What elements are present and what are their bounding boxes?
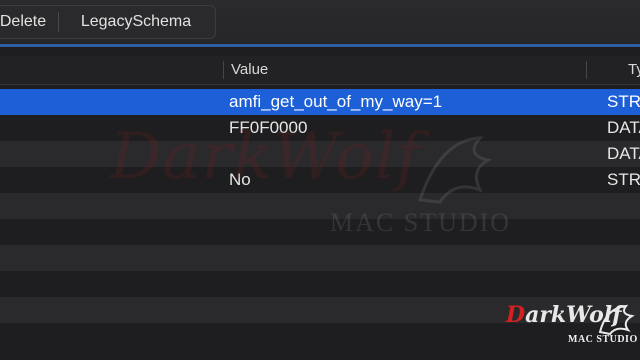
column-resize-handle[interactable] xyxy=(586,61,587,79)
logo-subtitle: MAC STUDIO xyxy=(568,334,638,345)
table-row[interactable]: DATA xyxy=(0,141,640,167)
legacy-schema-button[interactable]: LegacySchema xyxy=(61,6,211,38)
toolbar-accent-line xyxy=(0,44,640,47)
row-type[interactable]: STRING xyxy=(607,167,640,193)
delete-button[interactable]: Delete xyxy=(0,6,57,38)
column-header-value[interactable]: Value xyxy=(231,56,268,84)
column-resize-handle[interactable] xyxy=(223,61,224,79)
toolbar: Delete LegacySchema xyxy=(0,0,640,47)
table-row[interactable]: csr-active-config FF0F0000 DATA xyxy=(0,115,640,141)
table-row-empty xyxy=(0,193,640,219)
table-row[interactable]: No STRING xyxy=(0,167,640,193)
row-type[interactable]: DATA xyxy=(607,141,640,167)
wolf-icon xyxy=(598,304,635,336)
row-value[interactable]: No xyxy=(229,167,251,193)
table-row-empty xyxy=(0,219,640,245)
row-value[interactable]: FF0F0000 xyxy=(229,115,307,141)
window: Delete LegacySchema Key Value Type amfi_… xyxy=(0,0,640,360)
row-type[interactable]: DATA xyxy=(607,115,640,141)
toolbar-divider xyxy=(58,12,59,32)
table-row-empty xyxy=(0,245,640,271)
table-header: Key Value Type xyxy=(0,56,640,85)
delete-button-label: Delete xyxy=(0,13,47,30)
column-header-type[interactable]: Type xyxy=(628,56,640,84)
toolbar-button-group: Delete LegacySchema xyxy=(0,5,216,39)
row-type[interactable]: STRING xyxy=(607,89,640,115)
row-value[interactable]: amfi_get_out_of_my_way=1 xyxy=(229,89,442,115)
brand-logo: DarkWolf MAC STUDIO xyxy=(504,300,640,356)
logo-initial: D xyxy=(506,302,526,328)
table-row-empty xyxy=(0,271,640,297)
table-row[interactable]: amfi_get_out_of_my_way=1 STRING xyxy=(0,89,640,115)
